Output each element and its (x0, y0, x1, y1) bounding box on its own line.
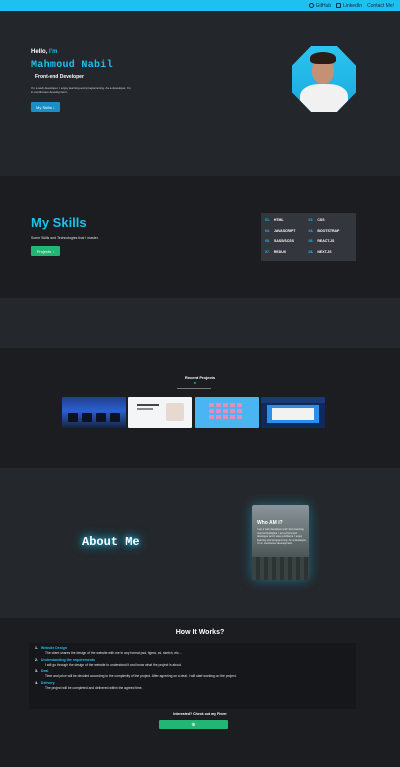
skill-num: 02. (308, 218, 314, 222)
section-spacer (0, 298, 400, 348)
skill-num: 07. (265, 249, 270, 254)
skills-list: 01. HTML 02. CSS 03. JAVASCRIPT 04. BOOTSTRA… (261, 213, 356, 261)
im-text: I'm (49, 49, 58, 55)
project-thumbnail-4[interactable] (261, 397, 325, 428)
step-body: The project will be completed and delive… (45, 685, 143, 690)
skill-num: 06. (308, 239, 314, 244)
hello-text: Hello, (31, 49, 48, 55)
hero-name: Mahmoud Nabil (31, 60, 113, 71)
step-number: 2. (35, 657, 38, 662)
project-thumbnail-2[interactable] (128, 397, 192, 428)
about-title: About Me (82, 535, 140, 549)
step-item: 4. Delivery The project will be completed… (35, 681, 350, 690)
skills-section: My Skills Some Skills and Technologies t… (0, 176, 400, 298)
step-body: The client shares the design of the webs… (45, 651, 182, 655)
skill-num: 01. (265, 218, 270, 222)
step-number: 3. (35, 669, 38, 673)
skill-name: CSS (317, 218, 325, 222)
skill-item: 08. NEXT.JS (309, 250, 353, 256)
about-section: About Me Who AM I? I am a web developer … (0, 468, 400, 618)
hero-role: Front-end Developer (35, 74, 84, 80)
project-thumbnail-1[interactable] (62, 397, 126, 428)
steps-list: 1. Website Design The client shares the d… (29, 643, 356, 709)
fiverr-button[interactable]: ⊕ (159, 720, 228, 729)
hero-greeting: Hello, I'm (31, 49, 57, 55)
skill-name: REDUX (273, 249, 287, 254)
skill-num: 05. (265, 239, 270, 244)
skill-item: 06. REACT.JS (309, 239, 353, 245)
skill-item: 02. CSS (309, 218, 353, 224)
hero-section: Hello, I'm Mahmoud Nabil Front-end Devel… (0, 11, 400, 176)
step-item: 2. Understanding the requirements I will … (35, 658, 350, 667)
step-body: Time and price will be decided according… (45, 674, 237, 678)
about-card-text: I am a web developer and I love learning… (257, 528, 307, 546)
skill-name: JAVASCRIPT (273, 228, 296, 233)
how-title: How It Works? (175, 629, 225, 636)
skill-num: 03. (265, 228, 270, 233)
how-it-works-section: How It Works? 1. Website Design The clien… (0, 618, 400, 767)
step-item: 3. Deal Time and price will be decided ac… (35, 669, 350, 678)
skill-item: 07. REDUX (265, 250, 309, 256)
skill-name: HTML (273, 218, 284, 222)
contact-link[interactable]: Contact Me! (367, 3, 394, 9)
projects-dot-icon: ● (193, 380, 197, 385)
skills-subtitle: Some Skills and Technologies that I mast… (31, 236, 99, 240)
step-title: Delivery (40, 680, 55, 685)
step-title: Deal (40, 669, 49, 673)
about-card-title: Who AM I? (257, 520, 283, 526)
step-title: Understanding the requirements (40, 657, 95, 662)
step-number: 4. (35, 680, 38, 685)
skill-item: 01. HTML (265, 218, 309, 224)
step-title: Website Design (40, 646, 67, 650)
contact-link-label: Contact Me! (367, 2, 394, 9)
skill-num: 08. (308, 249, 314, 254)
my-skills-button[interactable]: My Skills ↓ (31, 102, 60, 112)
skill-item: 04. BOOTSTRAP (309, 229, 353, 235)
skill-name: SASS/SCSS (273, 239, 294, 244)
step-body: I will go through the design of the webs… (45, 662, 182, 667)
top-nav-bar: GitHub LinkedIn Contact Me! (0, 0, 400, 11)
skill-item: 03. JAVASCRIPT (265, 229, 309, 235)
projects-section: Recent Projects ● (0, 348, 400, 468)
hero-description: I'm a web developer. I enjoy learning an… (31, 86, 131, 94)
project-thumbnail-3[interactable] (195, 397, 259, 428)
github-link-label: GitHub (315, 2, 332, 9)
skills-title: My Skills (31, 215, 87, 230)
linkedin-icon (336, 3, 342, 8)
skill-name: NEXT.JS (317, 249, 332, 254)
linkedin-link[interactable]: LinkedIn (336, 3, 362, 9)
projects-button[interactable]: Projects ↓ (31, 246, 60, 256)
linkedin-link-label: LinkedIn (343, 2, 363, 9)
skill-name: REACT.JS (317, 239, 335, 244)
skill-num: 04. (308, 228, 314, 233)
profile-photo (292, 46, 356, 112)
skill-name: BOOTSTRAP (317, 228, 340, 233)
step-number: 1. (35, 646, 38, 650)
skill-item: 05. SASS/SCSS (265, 239, 309, 245)
projects-divider (177, 388, 211, 389)
github-icon (308, 3, 314, 8)
about-card-image (252, 557, 309, 580)
fiverr-prompt: Interested? Check out my Fiverr (173, 712, 227, 716)
about-card: Who AM I? I am a web developer and I lov… (252, 505, 309, 580)
projects-title: Recent Projects (184, 375, 216, 380)
step-item: 1. Website Design The client shares the d… (35, 646, 350, 655)
github-link[interactable]: GitHub (308, 2, 332, 9)
